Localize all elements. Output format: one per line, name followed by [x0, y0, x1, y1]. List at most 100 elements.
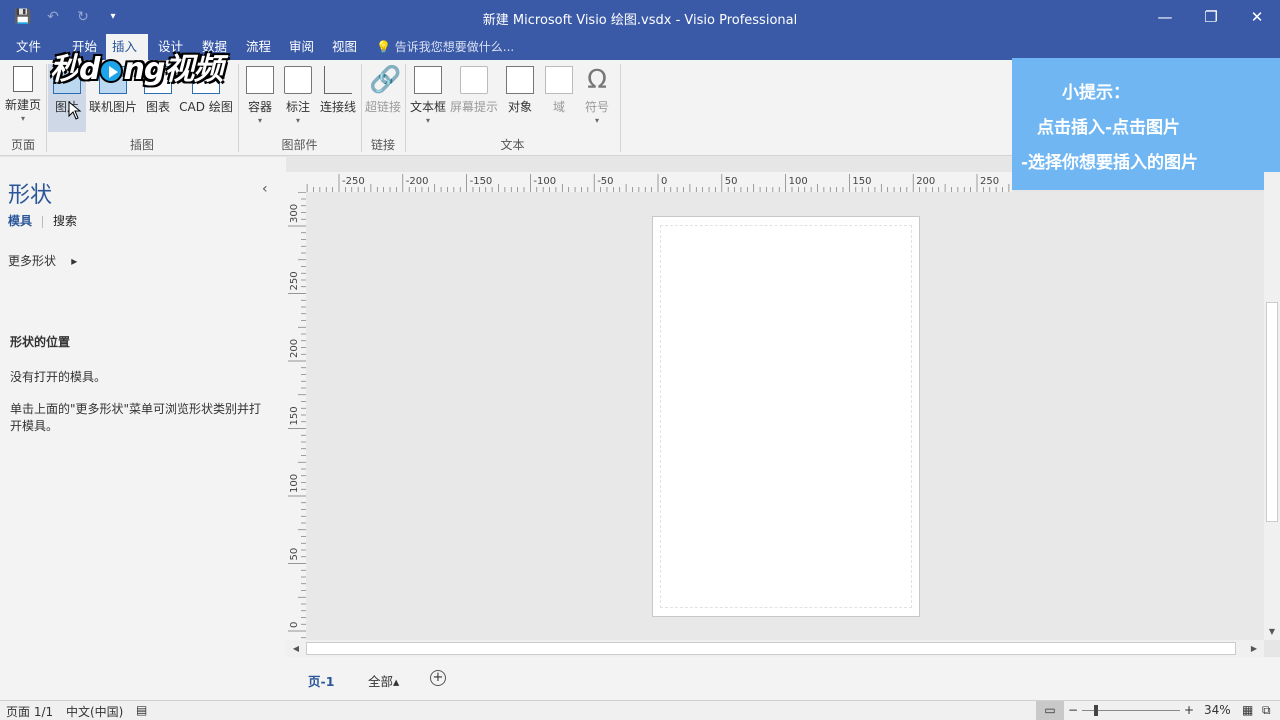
vertical-scrollbar[interactable]: ▼	[1264, 172, 1280, 640]
new-page-label: 新建页	[4, 98, 41, 112]
macro-icon[interactable]: ▤	[136, 703, 147, 717]
textbox-icon	[414, 66, 442, 94]
cad-label: CAD 绘图	[179, 100, 233, 114]
group-label-links: 链接	[370, 138, 395, 152]
tab-review[interactable]: 审阅	[283, 34, 320, 60]
page-tabs-bar: 页-1 全部▴ +	[286, 657, 1280, 700]
symbol-label: 符号	[584, 100, 609, 114]
ruler-label: -250	[342, 176, 365, 187]
group-label-pages: 页面	[10, 138, 35, 152]
fit-page-icon[interactable]: ▦	[1242, 703, 1253, 717]
chevron-down-icon: ▾	[594, 116, 599, 125]
screentip-label: 屏幕提示	[450, 100, 499, 114]
page-indicator[interactable]: 页面 1/1	[6, 703, 53, 720]
container-label: 容器	[247, 100, 272, 114]
vertical-scroll-thumb[interactable]	[1266, 302, 1278, 522]
shapes-pane-title: 形状	[8, 183, 53, 208]
omega-icon: Ω	[587, 65, 607, 95]
instructions-text: 单击上面的"更多形状"菜单可浏览形状类别并打开模具。	[10, 402, 262, 433]
connector-button[interactable]: 连接线	[318, 64, 358, 132]
logo-text-a: 秒	[50, 52, 80, 87]
restore-button[interactable]: ❐	[1188, 0, 1234, 34]
zoom-slider-thumb[interactable]	[1094, 705, 1098, 716]
zoom-in-button[interactable]: +	[1184, 703, 1194, 717]
language-indicator[interactable]: 中文(中国)	[66, 703, 123, 720]
scroll-down-icon[interactable]: ▼	[1264, 624, 1280, 640]
callout-button[interactable]: 标注 ▾	[282, 64, 314, 132]
hyperlink-icon: 🔗	[369, 65, 402, 95]
field-button[interactable]: 域	[544, 64, 574, 132]
tab-search[interactable]: 搜索	[53, 214, 77, 228]
ruler-label: 150	[852, 176, 871, 187]
connector-label: 连接线	[319, 100, 356, 114]
ruler-label: 300	[289, 204, 300, 223]
object-label: 对象	[507, 100, 532, 114]
horizontal-scroll-thumb[interactable]	[306, 642, 1236, 655]
page-tab-1[interactable]: 页-1	[308, 671, 334, 690]
ruler-label: 200	[916, 176, 935, 187]
minimize-button[interactable]: —	[1142, 0, 1188, 34]
field-label: 域	[552, 100, 565, 114]
container-icon	[246, 66, 274, 94]
horizontal-scrollbar[interactable]: ◀ ▶	[286, 640, 1264, 657]
logo-text-c: ng视频	[123, 52, 223, 87]
more-shapes-menu[interactable]: 更多形状 ▸	[8, 252, 77, 269]
vertical-ruler[interactable]: 300 250 200 150 100 50 0	[286, 192, 306, 640]
tab-file[interactable]: 文件	[10, 34, 47, 60]
ruler-label: -50	[597, 176, 613, 187]
no-stencils-text: 没有打开的模具。	[10, 370, 107, 384]
new-page-button[interactable]: 新建页 ▾	[2, 64, 44, 132]
callout-icon	[284, 66, 312, 94]
horizontal-ruler-ticks: -250 -200 -150 -100 -50 0 50 100 150 200 250	[306, 174, 1010, 192]
object-button[interactable]: 对象	[504, 64, 536, 132]
close-button[interactable]: ✕	[1234, 0, 1280, 34]
screentip-button[interactable]: 屏幕提示	[450, 64, 498, 132]
presentation-mode-icon[interactable]: ▭	[1036, 701, 1064, 720]
ruler-label: 0	[289, 622, 300, 628]
ruler-label: -100	[533, 176, 556, 187]
textbox-label: 文本框	[409, 100, 446, 114]
zoom-level[interactable]: 34%	[1204, 703, 1231, 717]
ruler-label: 250	[980, 176, 999, 187]
ruler-label: 250	[289, 271, 300, 290]
container-button[interactable]: 容器 ▾	[244, 64, 276, 132]
add-page-icon[interactable]: +	[430, 670, 446, 686]
tell-me-box[interactable]: 💡 告诉我您想要做什么...	[376, 34, 514, 60]
scroll-left-icon[interactable]: ◀	[288, 640, 304, 657]
tab-process[interactable]: 流程	[240, 34, 277, 60]
symbol-button[interactable]: Ω 符号 ▾	[580, 64, 614, 132]
page-margin-guide	[660, 225, 912, 608]
vertical-ruler-ticks: 300 250 200 150 100 50 0	[288, 192, 306, 639]
hyperlink-label: 超链接	[364, 100, 401, 114]
ruler-label: 200	[289, 339, 300, 358]
tab-stencils[interactable]: 模具	[8, 214, 32, 228]
logo-text-b: d	[79, 52, 101, 87]
ruler-label: 150	[289, 406, 300, 425]
all-pages-button[interactable]: 全部▴	[368, 671, 399, 690]
drawing-canvas[interactable]	[306, 192, 1264, 640]
horizontal-ruler[interactable]: -250 -200 -150 -100 -50 0 50 100 150 200 250	[306, 172, 1012, 192]
group-label-text: 文本	[500, 138, 525, 152]
chevron-right-icon: ▸	[71, 254, 78, 268]
group-label-illustrations: 插图	[129, 138, 154, 152]
drawing-page[interactable]	[652, 216, 920, 617]
collapse-pane-icon[interactable]: ‹	[262, 181, 268, 197]
ruler-label: -150	[470, 176, 493, 187]
shapes-location-heading: 形状的位置	[10, 335, 71, 349]
title-bar: 💾 ↶ ↻ ▾ 新建 Microsoft Visio 绘图.vsdx - Vis…	[0, 0, 1280, 34]
zoom-out-button[interactable]: −	[1068, 703, 1078, 717]
ruler-corner	[286, 172, 306, 192]
hyperlink-button[interactable]: 🔗 超链接	[364, 64, 402, 132]
tab-view[interactable]: 视图	[326, 34, 363, 60]
chevron-down-icon: ▾	[257, 116, 262, 125]
shapes-pane: 形状 ‹ 模具 搜索 更多形状 ▸ 形状的位置 没有打开的模具。 单击上面的"更多…	[0, 157, 286, 700]
watermark-logo: 秒d ng视频	[50, 44, 240, 88]
textbox-button[interactable]: 文本框 ▾	[408, 64, 448, 132]
ruler-label: -200	[406, 176, 429, 187]
group-label-diagram-parts: 图部件	[281, 138, 318, 152]
lightbulb-icon: 💡	[376, 40, 391, 54]
switch-windows-icon[interactable]: ⧉	[1262, 703, 1271, 718]
ruler-label: 100	[289, 474, 300, 493]
tab-divider	[42, 215, 44, 228]
scroll-right-icon[interactable]: ▶	[1246, 640, 1262, 657]
